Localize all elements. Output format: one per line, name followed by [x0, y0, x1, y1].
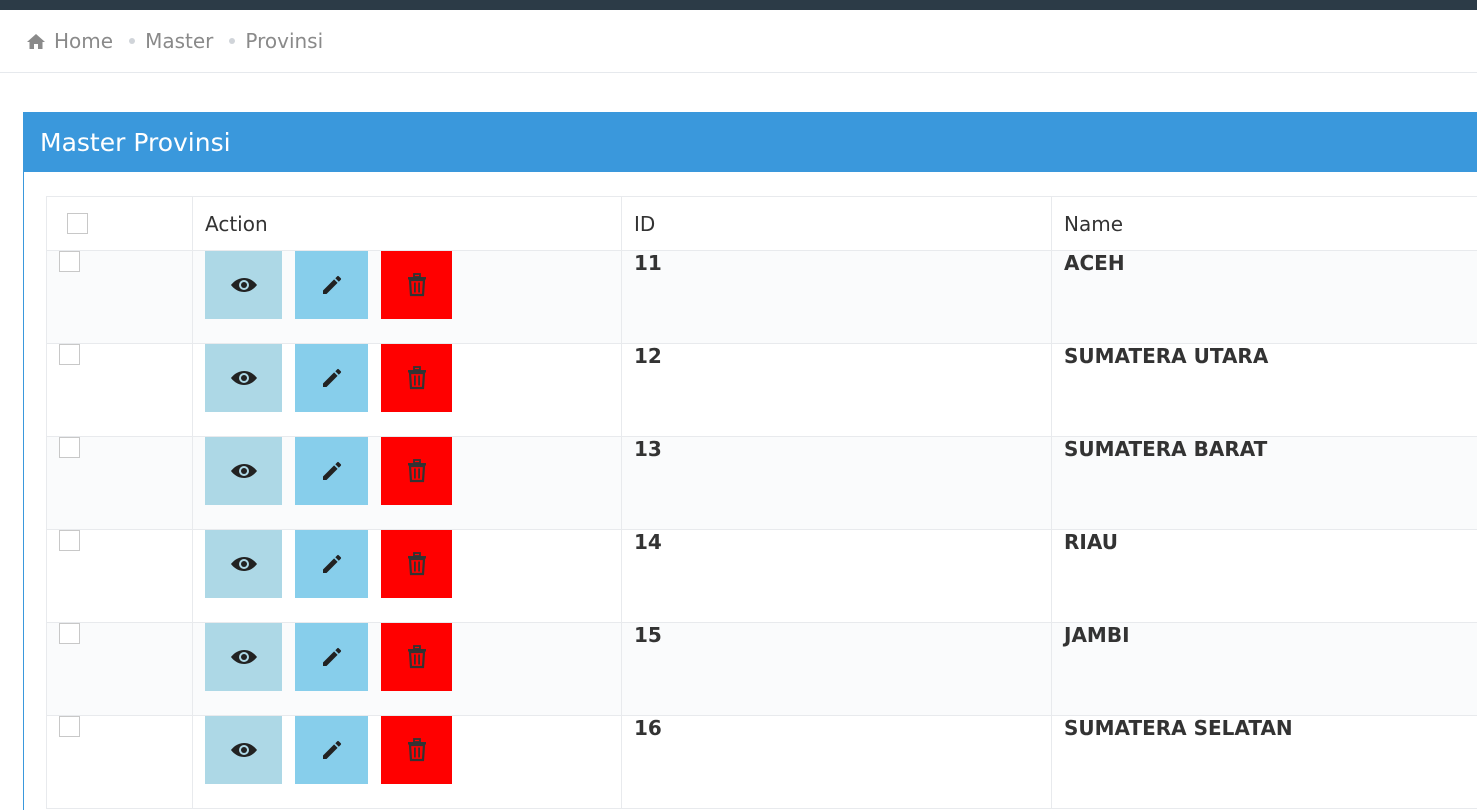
row-select-cell: [46, 436, 193, 530]
panel-header: Master Provinsi: [24, 112, 1477, 172]
row-id: 16: [621, 715, 1052, 809]
delete-button[interactable]: [381, 251, 452, 319]
row-select-cell: [46, 343, 193, 437]
delete-button[interactable]: [381, 623, 452, 691]
table-row: 14 RIAU: [46, 529, 1477, 623]
breadcrumb-home[interactable]: Home: [26, 29, 113, 53]
table-row: 16 SUMATERA SELATAN: [46, 715, 1477, 809]
row-id: 14: [621, 529, 1052, 623]
row-select-cell: [46, 250, 193, 344]
pencil-icon: [320, 552, 344, 576]
pencil-icon: [320, 366, 344, 390]
row-actions: [192, 715, 622, 809]
breadcrumb-provinsi[interactable]: Provinsi: [245, 29, 323, 53]
view-button[interactable]: [205, 251, 282, 319]
eye-icon: [230, 741, 258, 759]
row-actions: [192, 622, 622, 716]
view-button[interactable]: [205, 623, 282, 691]
row-checkbox[interactable]: [59, 437, 80, 458]
table-row: 12 SUMATERA UTARA: [46, 343, 1477, 437]
row-id: 11: [621, 250, 1052, 344]
pencil-icon: [320, 738, 344, 762]
eye-icon: [230, 555, 258, 573]
eye-icon: [230, 462, 258, 480]
table-header-row: Action ID Name: [46, 196, 1477, 251]
row-id: 15: [621, 622, 1052, 716]
column-header-id: ID: [621, 196, 1052, 251]
delete-button[interactable]: [381, 344, 452, 412]
pencil-icon: [320, 273, 344, 297]
pencil-icon: [320, 645, 344, 669]
row-select-cell: [46, 622, 193, 716]
delete-button[interactable]: [381, 530, 452, 598]
breadcrumb-home-label: Home: [54, 29, 114, 53]
provinsi-table: Action ID Name 11 ACEH 12 SUMATERA UTARA 13 S…: [46, 196, 1477, 809]
row-checkbox[interactable]: [59, 623, 80, 644]
breadcrumb: Home Master Provinsi: [0, 10, 1477, 73]
row-name: ACEH: [1051, 250, 1477, 344]
eye-icon: [230, 276, 258, 294]
trash-icon: [407, 645, 427, 669]
table-row: 11 ACEH: [46, 250, 1477, 344]
row-actions: [192, 436, 622, 530]
row-name: SUMATERA UTARA: [1051, 343, 1477, 437]
row-id: 12: [621, 343, 1052, 437]
panel-title: Master Provinsi: [40, 127, 231, 157]
table-row: 15 JAMBI: [46, 622, 1477, 716]
row-checkbox[interactable]: [59, 530, 80, 551]
row-actions: [192, 343, 622, 437]
delete-button[interactable]: [381, 437, 452, 505]
trash-icon: [407, 273, 427, 297]
row-checkbox[interactable]: [59, 344, 80, 365]
edit-button[interactable]: [295, 530, 368, 598]
row-name: SUMATERA SELATAN: [1051, 715, 1477, 809]
trash-icon: [407, 738, 427, 762]
view-button[interactable]: [205, 344, 282, 412]
breadcrumb-separator: [229, 38, 236, 44]
breadcrumb-master[interactable]: Master: [145, 29, 213, 53]
eye-icon: [230, 369, 258, 387]
row-name: RIAU: [1051, 529, 1477, 623]
row-id: 13: [621, 436, 1052, 530]
home-icon: [26, 33, 46, 50]
select-all-header: [46, 196, 193, 251]
view-button[interactable]: [205, 716, 282, 784]
row-checkbox[interactable]: [59, 251, 80, 272]
trash-icon: [407, 552, 427, 576]
breadcrumb-separator: [129, 38, 136, 44]
column-header-action: Action: [192, 196, 622, 251]
top-bar: [0, 0, 1477, 10]
select-all-checkbox[interactable]: [67, 212, 88, 234]
table-row: 13 SUMATERA BARAT: [46, 436, 1477, 530]
trash-icon: [407, 366, 427, 390]
pencil-icon: [320, 459, 344, 483]
edit-button[interactable]: [295, 344, 368, 412]
edit-button[interactable]: [295, 623, 368, 691]
master-provinsi-panel: Master Provinsi Action ID Name 11 ACEH 12 S…: [23, 112, 1477, 810]
view-button[interactable]: [205, 437, 282, 505]
row-name: SUMATERA BARAT: [1051, 436, 1477, 530]
row-actions: [192, 250, 622, 344]
row-checkbox[interactable]: [59, 716, 80, 737]
row-select-cell: [46, 715, 193, 809]
delete-button[interactable]: [381, 716, 452, 784]
edit-button[interactable]: [295, 437, 368, 505]
eye-icon: [230, 648, 258, 666]
row-select-cell: [46, 529, 193, 623]
edit-button[interactable]: [295, 251, 368, 319]
trash-icon: [407, 459, 427, 483]
view-button[interactable]: [205, 530, 282, 598]
column-header-name: Name: [1051, 196, 1477, 251]
row-name: JAMBI: [1051, 622, 1477, 716]
edit-button[interactable]: [295, 716, 368, 784]
row-actions: [192, 529, 622, 623]
